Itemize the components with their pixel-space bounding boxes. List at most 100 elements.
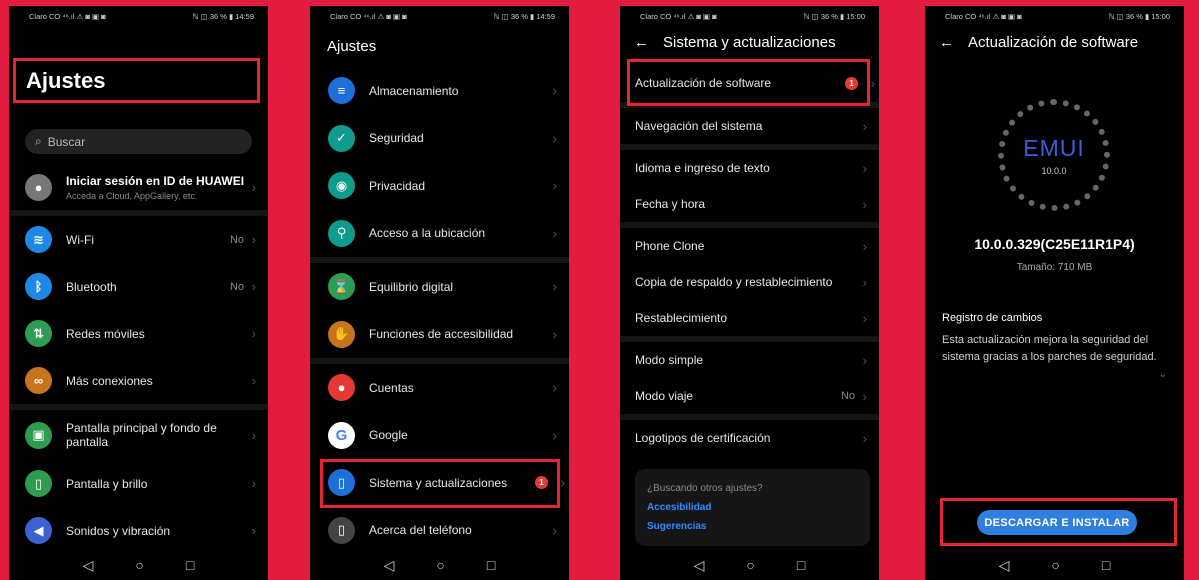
item-reset[interactable]: Restablecimiento › [620, 300, 879, 336]
item-language-input[interactable]: Idioma e ingreso de texto › [620, 150, 879, 186]
settings-item-accounts[interactable]: ● Cuentas › [310, 364, 569, 412]
item-label: Más conexiones [66, 373, 153, 388]
chevron-right-icon: › [870, 75, 875, 91]
recents-icon[interactable]: □ [487, 557, 495, 573]
item-date-time[interactable]: Fecha y hora › [620, 186, 879, 222]
item-software-update[interactable]: Actualización de software 1 › [620, 64, 879, 102]
settings-item-bluetooth[interactable]: ᛒ Bluetooth No › [9, 263, 268, 310]
item-label: Navegación del sistema [635, 119, 763, 133]
back-icon[interactable]: ◁ [694, 557, 705, 574]
header: ← Sistema y actualizaciones [634, 34, 869, 51]
settings-item-wifi[interactable]: ≋ Wi-Fi No › [9, 216, 268, 263]
download-install-button[interactable]: DESCARGAR E INSTALAR [977, 510, 1137, 535]
chevron-right-icon: › [552, 83, 557, 99]
page-title: Sistema y actualizaciones [663, 34, 836, 51]
recents-icon[interactable]: □ [186, 557, 194, 573]
home-icon[interactable]: ○ [746, 557, 754, 573]
chevron-right-icon: › [862, 430, 867, 446]
item-simple-mode[interactable]: Modo simple › [620, 342, 879, 378]
item-label: Fecha y hora [635, 197, 706, 211]
status-right: ℕ ◫ 36 % ▮ 15:00 [1108, 11, 1170, 21]
chevron-right-icon: › [552, 130, 557, 146]
account-row[interactable]: ● Iniciar sesión en ID de HUAWEI Acceda … [9, 164, 268, 210]
settings-item-about-phone[interactable]: ▯ Acerca del teléfono › [310, 507, 569, 555]
settings-item-sound[interactable]: ◀ Sonidos y vibración › [9, 507, 268, 554]
settings-item-google[interactable]: G Google › [310, 412, 569, 460]
hand-icon: ✋ [328, 320, 355, 348]
sound-icon: ◀ [25, 517, 52, 544]
settings-item-mobile-networks[interactable]: ⇅ Redes móviles › [9, 310, 268, 357]
status-left: Claro CO ⁴⁶.ıl ⚠ ◙ ▣ ◙ [330, 11, 407, 21]
phone-system-updates: Claro CO ⁴⁶.ıl ⚠ ◙ ▣ ◙ ℕ ◫ 36 % ▮ 15:00 … [620, 6, 879, 580]
item-label: Restablecimiento [635, 311, 728, 325]
home-icon[interactable]: ○ [135, 557, 143, 573]
settings-item-display[interactable]: ▯ Pantalla y brillo › [9, 460, 268, 507]
chevron-right-icon: › [862, 352, 867, 368]
account-title: Iniciar sesión en ID de HUAWEI [66, 173, 245, 188]
settings-item-privacy[interactable]: ◉ Privacidad › [310, 162, 569, 210]
mobile-data-icon: ⇅ [25, 320, 52, 347]
update-size: Tamaño: 710 MB [1016, 262, 1093, 273]
chevron-down-icon[interactable]: ⌄ [1159, 369, 1167, 380]
item-label: Cuentas [369, 380, 414, 395]
tip-question: ¿Buscando otros ajustes? [647, 483, 763, 494]
back-arrow-icon[interactable]: ← [939, 34, 954, 51]
status-right: ℕ ◫ 36 % ▮ 14:59 [192, 11, 254, 21]
recents-icon[interactable]: □ [797, 557, 805, 573]
item-label: Sonidos y vibración [66, 523, 171, 538]
chevron-right-icon: › [862, 238, 867, 254]
avatar-icon: ● [25, 173, 52, 201]
status-left: Claro CO ⁴⁶.ıl ⚠ ◙ ▣ ◙ [29, 11, 106, 21]
back-icon[interactable]: ◁ [83, 557, 94, 574]
settings-item-location[interactable]: ⚲ Acceso a la ubicación › [310, 210, 569, 258]
home-icon[interactable]: ○ [1051, 557, 1059, 573]
settings-item-digital-balance[interactable]: ⌛ Equilibrio digital › [310, 263, 569, 311]
item-travel-mode[interactable]: Modo viaje No › [620, 378, 879, 414]
notification-badge: 1 [845, 76, 858, 90]
hourglass-icon: ⌛ [328, 273, 355, 301]
phone-brightness-icon: ▯ [25, 470, 52, 497]
chevron-right-icon: › [552, 427, 557, 443]
settings-item-system-updates[interactable]: ▯ Sistema y actualizaciones 1 › [310, 459, 569, 507]
item-label: Logotipos de certificación [635, 431, 771, 445]
back-arrow-icon[interactable]: ← [634, 34, 649, 51]
item-phone-clone[interactable]: Phone Clone › [620, 228, 879, 264]
home-icon[interactable]: ○ [436, 557, 444, 573]
chevron-right-icon: › [862, 388, 867, 404]
back-icon[interactable]: ◁ [384, 557, 395, 574]
settings-item-accessibility[interactable]: ✋ Funciones de accesibilidad › [310, 311, 569, 359]
recents-icon[interactable]: □ [1102, 557, 1110, 573]
chevron-right-icon: › [251, 232, 256, 247]
chevron-right-icon: › [552, 522, 557, 538]
item-backup-restore[interactable]: Copia de respaldo y restablecimiento › [620, 264, 879, 300]
emui-version: 10.0.0 [1041, 165, 1067, 176]
suggestions-link[interactable]: Sugerencias [647, 521, 858, 532]
item-certification-logos[interactable]: Logotipos de certificación › [620, 420, 879, 456]
suggestions-card: ¿Buscando otros ajustes? Accesibilidad S… [635, 469, 870, 546]
accessibility-link[interactable]: Accesibilidad [647, 502, 858, 513]
search-input[interactable]: ⌕ Buscar [25, 129, 252, 154]
settings-item-more-connections[interactable]: ∞ Más conexiones › [9, 357, 268, 404]
chevron-right-icon: › [552, 225, 557, 241]
chevron-right-icon: › [251, 373, 256, 388]
header: ← Actualización de software [939, 34, 1174, 51]
chevron-right-icon: › [251, 179, 256, 195]
status-bar: Claro CO ⁴⁶.ıl ⚠ ◙ ▣ ◙ ℕ ◫ 36 % ▮ 14:59 [310, 6, 569, 26]
chevron-right-icon: › [251, 523, 256, 538]
settings-item-security[interactable]: ✓ Seguridad › [310, 115, 569, 163]
privacy-icon: ◉ [328, 172, 355, 200]
settings-item-wallpaper[interactable]: ▣ Pantalla principal y fondo de pantalla… [9, 410, 268, 460]
status-right: ℕ ◫ 36 % ▮ 15:00 [803, 11, 865, 21]
chevron-right-icon: › [251, 427, 256, 443]
back-icon[interactable]: ◁ [999, 557, 1010, 574]
emui-logo-ring: EMUI 10.0.0 [998, 99, 1110, 211]
settings-item-storage[interactable]: ≡ Almacenamiento › [310, 67, 569, 115]
navigation-bar: ◁ ○ □ [310, 550, 569, 580]
item-system-navigation[interactable]: Navegación del sistema › [620, 108, 879, 144]
status-bar: Claro CO ⁴⁶.ıl ⚠ ◙ ▣ ◙ ℕ ◫ 36 % ▮ 15:00 [925, 6, 1184, 26]
emui-logo: EMUI [1023, 134, 1085, 161]
chevron-right-icon: › [552, 380, 557, 396]
changelog-text: Esta actualización mejora la seguridad d… [942, 334, 1157, 363]
phone-settings-list: Claro CO ⁴⁶.ıl ⚠ ◙ ▣ ◙ ℕ ◫ 36 % ▮ 14:59 … [310, 6, 569, 580]
chevron-right-icon: › [862, 310, 867, 326]
